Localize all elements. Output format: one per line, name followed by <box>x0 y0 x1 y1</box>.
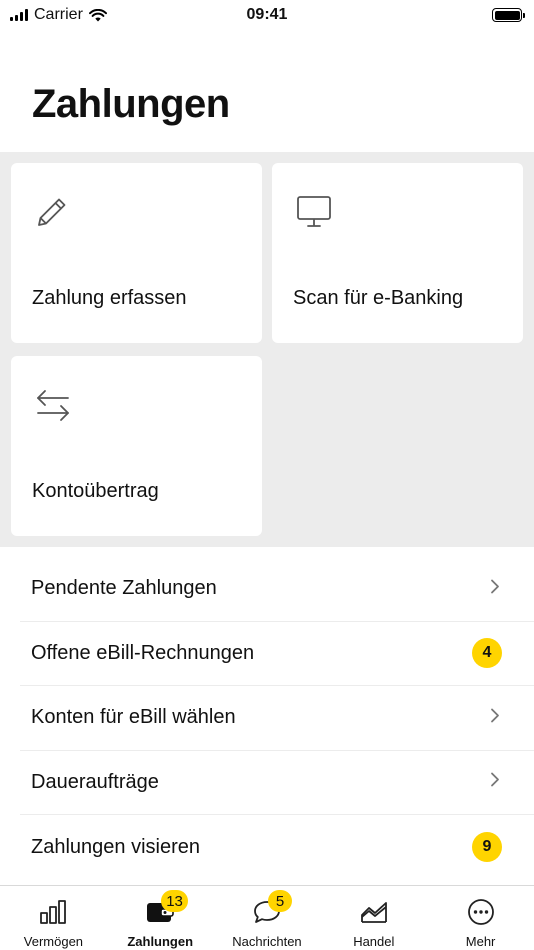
tab-mehr[interactable]: Mehr <box>427 886 534 950</box>
page-title: Zahlungen <box>32 82 230 126</box>
tab-label: Nachrichten <box>232 934 302 949</box>
more-dots-icon <box>467 898 495 926</box>
tile-scan-e-banking[interactable]: Scan für e-Banking <box>272 163 523 343</box>
tab-label: Handel <box>353 934 395 949</box>
list-item-offene-ebill[interactable]: Offene eBill-Rechnungen 4 <box>20 622 534 686</box>
chat-bubble-icon: 5 <box>252 890 292 926</box>
tile-zahlung-erfassen[interactable]: Zahlung erfassen <box>11 163 262 343</box>
count-badge: 4 <box>472 638 502 669</box>
list-item-konten-ebill[interactable]: Konten für eBill wählen <box>20 686 534 751</box>
chevron-right-icon <box>490 578 500 599</box>
status-left: Carrier <box>10 6 107 24</box>
list-item-dauerauftraege[interactable]: Daueraufträge <box>20 751 534 815</box>
pencil-icon <box>35 195 69 234</box>
list-item-label: Zahlungen visieren <box>31 835 200 858</box>
tab-label: Zahlungen <box>127 934 194 949</box>
tile-kontouebertrag[interactable]: Kontoübertrag <box>11 356 262 536</box>
transfer-arrows-icon <box>35 388 71 427</box>
tab-handel[interactable]: Handel <box>320 886 427 950</box>
tab-badge: 5 <box>267 890 292 912</box>
list-item-label: Offene eBill-Rechnungen <box>31 641 255 664</box>
list-item-zahlungen-visieren[interactable]: Zahlungen visieren 9 <box>20 815 534 880</box>
chevron-right-icon <box>490 772 500 793</box>
status-bar: Carrier 09:41 <box>0 0 534 30</box>
count-badge: 9 <box>472 832 502 863</box>
tab-badge: 13 <box>161 890 188 912</box>
tab-bar: Vermögen 13 Zahlungen 5 Nachrichten Hand… <box>0 885 534 950</box>
wifi-icon <box>88 8 107 22</box>
tab-label: Vermögen <box>23 934 84 949</box>
quick-actions-area: Zahlung erfassen Scan für e-Banking Kont… <box>0 152 534 547</box>
tile-label: Kontoübertrag <box>32 480 159 502</box>
monitor-icon <box>296 195 332 234</box>
chevron-right-icon <box>490 707 500 728</box>
list-item-pendente-zahlungen[interactable]: Pendente Zahlungen <box>20 557 534 622</box>
tab-label: Mehr <box>465 934 496 949</box>
carrier-name: Carrier <box>34 6 83 23</box>
list-item-label: Daueraufträge <box>31 770 159 793</box>
wallet-icon: 13 <box>145 890 188 926</box>
tab-zahlungen[interactable]: 13 Zahlungen <box>107 886 214 950</box>
trading-chart-icon <box>359 898 389 926</box>
tile-label: Zahlung erfassen <box>32 287 187 309</box>
list-item-label: Pendente Zahlungen <box>31 577 217 600</box>
bar-chart-icon <box>38 898 68 926</box>
tile-label: Scan für e-Banking <box>293 287 464 309</box>
list-item-label: Konten für eBill wählen <box>31 706 236 729</box>
tab-nachrichten[interactable]: 5 Nachrichten <box>214 886 321 950</box>
tab-vermoegen[interactable]: Vermögen <box>0 886 107 950</box>
battery-icon <box>492 8 525 22</box>
payments-menu-list: Pendente Zahlungen Offene eBill-Rechnung… <box>0 557 534 880</box>
signal-icon <box>10 9 28 21</box>
